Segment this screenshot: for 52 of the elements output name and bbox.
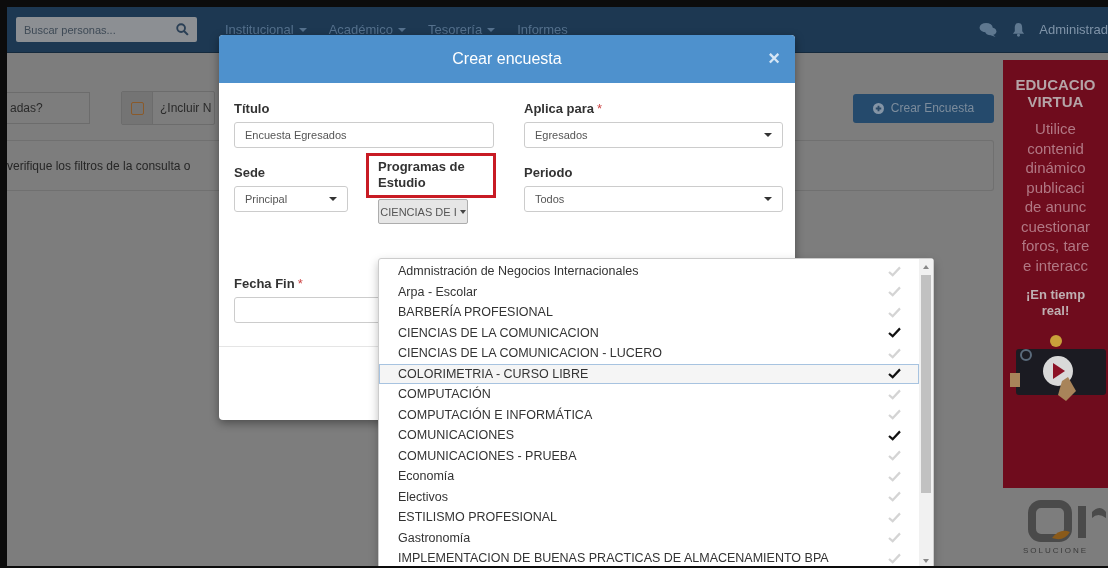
ad-text: contenid [1027,138,1084,158]
dialog-title: Crear encuesta [452,50,562,68]
search-icon[interactable] [176,23,189,36]
programs-dropdown-button[interactable]: CIENCIAS DE I [378,199,468,224]
program-option[interactable]: Electivos [379,486,919,507]
program-option[interactable]: CIENCIAS DE LA COMUNICACION [379,322,919,343]
ad-text: de anunc [1024,197,1087,217]
bell-icon[interactable] [1012,22,1026,37]
field-label: Programas de Estudio [378,159,466,191]
search-field[interactable]: Buscar personas... [16,17,197,42]
program-option[interactable]: ESTILISMO PROFESIONAL [379,507,919,528]
program-option[interactable]: Arpa - Escolar [379,281,919,302]
ad-tagline: ¡En tiemp [1025,287,1086,303]
audience-select[interactable]: Egresados [524,122,783,148]
program-option[interactable]: Admnistración de Negocios Internacionales [379,261,919,282]
filter-field[interactable]: adas? [7,92,90,124]
ad-text: dinámico [1025,158,1086,178]
program-option[interactable]: COMPUTACIÓN [379,384,919,405]
ad-text: foros, tare [1021,236,1090,256]
program-option[interactable]: COMUNICACIONES [379,425,919,446]
program-option[interactable]: COMUNICACIONES - PRUEBA [379,445,919,466]
ad-heading: VIRTUA [1027,93,1084,110]
required-mark: * [297,276,303,291]
checkbox[interactable] [130,101,144,115]
plus-circle-icon [872,102,884,114]
chat-icon[interactable] [978,22,999,37]
program-option[interactable]: COMPUTACIÓN E INFORMÁTICA [379,404,919,425]
checkbox-label: ¿Incluir N [159,100,213,117]
ad-heading: EDUCACIO [1015,76,1096,93]
checkbox-group[interactable]: ¿Incluir N [121,91,216,125]
program-option[interactable]: Economía [379,466,919,487]
required-mark: * [597,101,603,116]
title-input[interactable]: Encuesta Egresados [234,122,494,148]
logo-caption: SOLUCIONE [1022,545,1089,555]
program-option[interactable]: IMPLEMENTACION DE BUENAS PRACTICAS DE ALMACENAMIENTO BPA [379,548,919,566]
field-label: Sede [234,165,267,180]
ad-text: e interacc [1022,255,1088,275]
program-option[interactable]: Gastronomía [379,527,919,548]
ad-text: publicaci [1026,177,1085,197]
field-label: Periodo [524,165,574,180]
user-menu[interactable]: Administrad [1039,22,1108,37]
program-option[interactable]: BARBERÍA PROFESIONAL [379,302,919,323]
ad-text: Utilice [1035,119,1076,139]
program-option[interactable]: CIENCIAS DE LA COMUNICACION - LUCERO [379,343,919,364]
field-label: Aplica para * [524,101,604,116]
field-label: Título [234,101,271,116]
ad-text: cuestionar [1020,216,1091,236]
program-option[interactable]: COLORIMETRIA - CURSO LIBRE [379,363,919,384]
ad-tagline: real! [1041,303,1070,319]
campus-select[interactable]: Principal [234,186,348,212]
period-select[interactable]: Todos [524,186,783,212]
notice-text: verifique los filtros de la consulta o [7,158,191,173]
